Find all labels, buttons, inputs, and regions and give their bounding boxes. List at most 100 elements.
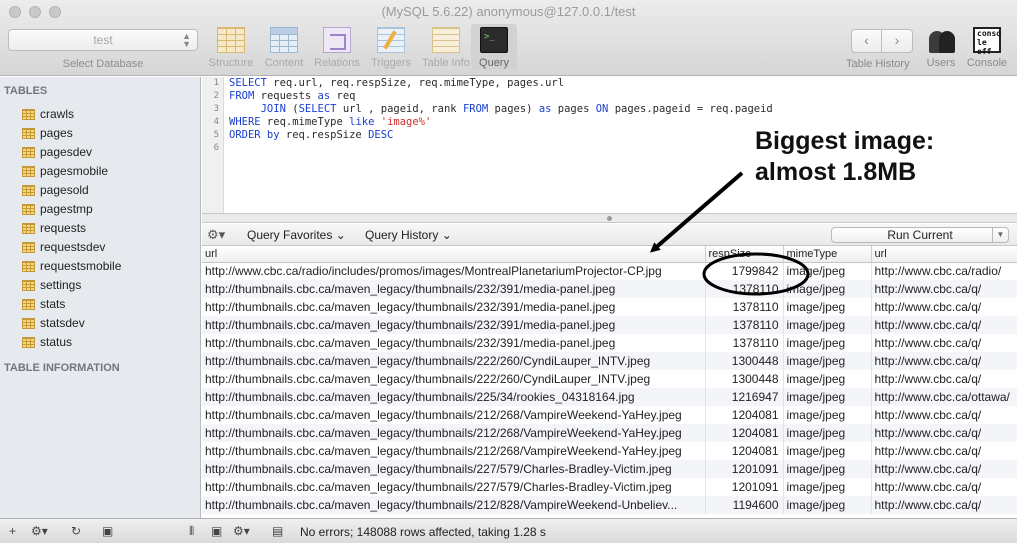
cell-page-url[interactable]: http://www.cbc.ca/q/ bbox=[871, 442, 1017, 460]
cell-respsize[interactable]: 1204081 bbox=[705, 406, 784, 424]
sidebar-item-requestsdev[interactable]: requestsdev bbox=[22, 238, 121, 257]
cell-respsize[interactable]: 1204081 bbox=[705, 424, 784, 442]
cell-page-url[interactable]: http://www.cbc.ca/q/ bbox=[871, 352, 1017, 370]
cell-url[interactable]: http://thumbnails.cbc.ca/maven_legacy/th… bbox=[202, 496, 706, 514]
editor-results-splitter[interactable] bbox=[202, 213, 1017, 223]
history-back-button[interactable]: ‹ bbox=[851, 29, 882, 53]
gear-icon[interactable]: ⚙▾ bbox=[31, 524, 48, 538]
query-tab[interactable]: Query bbox=[471, 24, 517, 70]
sidebar-item-crawls[interactable]: crawls bbox=[22, 105, 121, 124]
cell-url[interactable]: http://thumbnails.cbc.ca/maven_legacy/th… bbox=[202, 442, 706, 460]
cell-page-url[interactable]: http://www.cbc.ca/q/ bbox=[871, 478, 1017, 496]
column-header-mimetype[interactable]: mimeType bbox=[783, 246, 872, 263]
table-row[interactable]: http://thumbnails.cbc.ca/maven_legacy/th… bbox=[202, 442, 1017, 460]
cell-respsize[interactable]: 1201091 bbox=[705, 460, 784, 478]
sidebar-item-status[interactable]: status bbox=[22, 333, 121, 352]
cell-mimetype[interactable]: image/jpeg bbox=[783, 262, 872, 280]
cell-mimetype[interactable]: image/jpeg bbox=[783, 478, 872, 496]
refresh-icon[interactable]: ↻ bbox=[71, 524, 81, 538]
cell-url[interactable]: http://thumbnails.cbc.ca/maven_legacy/th… bbox=[202, 316, 706, 334]
add-table-button[interactable]: + bbox=[9, 524, 16, 538]
cell-mimetype[interactable]: image/jpeg bbox=[783, 388, 872, 406]
cell-mimetype[interactable]: image/jpeg bbox=[783, 424, 872, 442]
cell-page-url[interactable]: http://www.cbc.ca/q/ bbox=[871, 496, 1017, 514]
sidebar-item-settings[interactable]: settings bbox=[22, 276, 121, 295]
cell-respsize[interactable]: 1204081 bbox=[705, 442, 784, 460]
cell-respsize[interactable]: 1194600 bbox=[705, 496, 784, 514]
cell-page-url[interactable]: http://www.cbc.ca/q/ bbox=[871, 406, 1017, 424]
query-history-menu[interactable]: Query History ⌄ bbox=[365, 228, 452, 242]
cell-page-url[interactable]: http://www.cbc.ca/q/ bbox=[871, 460, 1017, 478]
cell-url[interactable]: http://thumbnails.cbc.ca/maven_legacy/th… bbox=[202, 334, 706, 352]
cell-mimetype[interactable]: image/jpeg bbox=[783, 298, 872, 316]
sidebar-item-pagestmp[interactable]: pagestmp bbox=[22, 200, 121, 219]
sidebar-item-pages[interactable]: pages bbox=[22, 124, 121, 143]
cell-mimetype[interactable]: image/jpeg bbox=[783, 442, 872, 460]
sidebar-item-pagesdev[interactable]: pagesdev bbox=[22, 143, 121, 162]
run-current-button[interactable]: Run Current ▼ bbox=[831, 227, 1009, 243]
chevron-down-icon[interactable]: ▼ bbox=[992, 228, 1008, 242]
cell-respsize[interactable]: 1378110 bbox=[705, 298, 784, 316]
gear-icon[interactable]: ⚙▾ bbox=[233, 524, 250, 538]
sidebar-item-statsdev[interactable]: statsdev bbox=[22, 314, 121, 333]
table-row[interactable]: http://thumbnails.cbc.ca/maven_legacy/th… bbox=[202, 334, 1017, 352]
content-tab[interactable]: Content bbox=[257, 27, 311, 69]
table-row[interactable]: http://thumbnails.cbc.ca/maven_legacy/th… bbox=[202, 460, 1017, 478]
cell-respsize[interactable]: 1300448 bbox=[705, 370, 784, 388]
cell-respsize[interactable]: 1201091 bbox=[705, 478, 784, 496]
table-row[interactable]: http://thumbnails.cbc.ca/maven_legacy/th… bbox=[202, 406, 1017, 424]
table-row[interactable]: http://thumbnails.cbc.ca/maven_legacy/th… bbox=[202, 388, 1017, 406]
cell-page-url[interactable]: http://www.cbc.ca/q/ bbox=[871, 316, 1017, 334]
table-info-tab[interactable]: Table Info bbox=[419, 27, 473, 69]
cell-mimetype[interactable]: image/jpeg bbox=[783, 280, 872, 298]
cell-url[interactable]: http://thumbnails.cbc.ca/maven_legacy/th… bbox=[202, 388, 706, 406]
cell-respsize[interactable]: 1378110 bbox=[705, 316, 784, 334]
structure-tab[interactable]: Structure bbox=[204, 27, 258, 69]
cell-page-url[interactable]: http://www.cbc.ca/radio/ bbox=[871, 262, 1017, 280]
triggers-tab[interactable]: Triggers bbox=[364, 27, 418, 69]
cell-respsize[interactable]: 1378110 bbox=[705, 280, 784, 298]
table-row[interactable]: http://thumbnails.cbc.ca/maven_legacy/th… bbox=[202, 478, 1017, 496]
gear-icon[interactable]: ⚙▾ bbox=[207, 227, 225, 243]
sidebar-item-pagesold[interactable]: pagesold bbox=[22, 181, 121, 200]
cell-url[interactable]: http://thumbnails.cbc.ca/maven_legacy/th… bbox=[202, 370, 706, 388]
table-row[interactable]: http://thumbnails.cbc.ca/maven_legacy/th… bbox=[202, 424, 1017, 442]
cell-url[interactable]: http://thumbnails.cbc.ca/maven_legacy/th… bbox=[202, 298, 706, 316]
users-button[interactable]: Users bbox=[914, 27, 968, 69]
filter-icon[interactable]: ▣ bbox=[102, 524, 113, 538]
database-select[interactable]: test ▲ ▼ bbox=[8, 29, 198, 51]
cell-mimetype[interactable]: image/jpeg bbox=[783, 334, 872, 352]
table-row[interactable]: http://thumbnails.cbc.ca/maven_legacy/th… bbox=[202, 352, 1017, 370]
table-row[interactable]: http://thumbnails.cbc.ca/maven_legacy/th… bbox=[202, 496, 1017, 514]
cell-page-url[interactable]: http://www.cbc.ca/q/ bbox=[871, 424, 1017, 442]
history-forward-button[interactable]: › bbox=[882, 29, 913, 53]
cell-url[interactable]: http://thumbnails.cbc.ca/maven_legacy/th… bbox=[202, 424, 706, 442]
cell-respsize[interactable]: 1799842 bbox=[705, 262, 784, 280]
cell-mimetype[interactable]: image/jpeg bbox=[783, 370, 872, 388]
cell-mimetype[interactable]: image/jpeg bbox=[783, 406, 872, 424]
relations-tab[interactable]: Relations bbox=[310, 27, 364, 69]
cell-respsize[interactable]: 1300448 bbox=[705, 352, 784, 370]
table-row[interactable]: http://thumbnails.cbc.ca/maven_legacy/th… bbox=[202, 370, 1017, 388]
sidebar-item-pagesmobile[interactable]: pagesmobile bbox=[22, 162, 121, 181]
cell-mimetype[interactable]: image/jpeg bbox=[783, 496, 872, 514]
column-header-respsize[interactable]: respSize bbox=[705, 246, 784, 263]
query-favorites-menu[interactable]: Query Favorites ⌄ bbox=[247, 228, 346, 242]
cell-url[interactable]: http://thumbnails.cbc.ca/maven_legacy/th… bbox=[202, 352, 706, 370]
export-icon[interactable]: ▤ bbox=[272, 524, 283, 538]
cell-page-url[interactable]: http://www.cbc.ca/q/ bbox=[871, 370, 1017, 388]
column-header-page-url[interactable]: url bbox=[871, 246, 1017, 263]
sidebar-item-requests[interactable]: requests bbox=[22, 219, 121, 238]
cell-mimetype[interactable]: image/jpeg bbox=[783, 460, 872, 478]
cell-page-url[interactable]: http://www.cbc.ca/q/ bbox=[871, 280, 1017, 298]
resize-handle-icon[interactable]: ⦀ bbox=[189, 524, 194, 539]
cell-url[interactable]: http://thumbnails.cbc.ca/maven_legacy/th… bbox=[202, 406, 706, 424]
cell-mimetype[interactable]: image/jpeg bbox=[783, 352, 872, 370]
table-row[interactable]: http://www.cbc.ca/radio/includes/promos/… bbox=[202, 262, 1017, 280]
cell-url[interactable]: http://thumbnails.cbc.ca/maven_legacy/th… bbox=[202, 478, 706, 496]
cell-page-url[interactable]: http://www.cbc.ca/q/ bbox=[871, 298, 1017, 316]
toggle-panel-icon[interactable]: ▣ bbox=[211, 524, 222, 538]
cell-url[interactable]: http://thumbnails.cbc.ca/maven_legacy/th… bbox=[202, 280, 706, 298]
cell-respsize[interactable]: 1378110 bbox=[705, 334, 784, 352]
cell-page-url[interactable]: http://www.cbc.ca/ottawa/ bbox=[871, 388, 1017, 406]
